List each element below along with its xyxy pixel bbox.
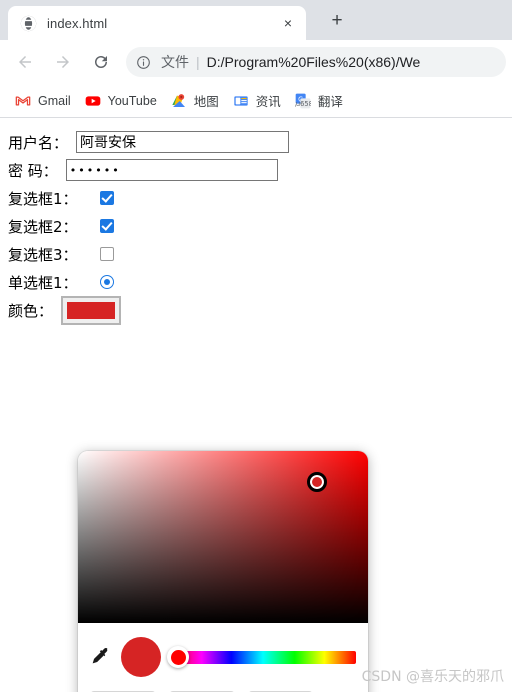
forward-button[interactable] [48,47,78,77]
reload-button[interactable] [86,47,116,77]
browser-window: index.html × + 文件 | D:/Program%20Files%2… [0,0,512,692]
password-label: 密 码： [8,161,58,180]
tab-title: index.html [47,15,108,31]
saturation-value-area[interactable] [78,451,368,623]
new-tab-button[interactable]: + [320,5,354,35]
hue-handle[interactable] [167,646,189,668]
google-translate-icon: G \u6587 [295,93,311,108]
arrow-left-icon [19,56,31,68]
page-content: 用户名： 阿哥安保 密 码： •••••• 复选框1： 复选框2： 复选框3： … [0,118,512,692]
color-label: 颜色： [8,301,54,320]
hue-slider[interactable] [167,637,356,677]
hue-handle-fill [170,649,186,665]
checkbox1-label: 复选框1： [8,189,78,208]
color-preview-dot [121,637,161,677]
watermark: CSDN @喜乐天的邪爪 [361,669,504,685]
checkbox3-label: 复选框3： [8,245,78,264]
username-label: 用户名： [8,133,69,152]
checkbox2-label: 复选框2： [8,217,78,236]
form-row-checkbox1: 复选框1： [8,184,512,212]
url-scheme-label: 文件 [161,54,189,70]
svg-text:\u6587: \u6587 [295,100,311,108]
tab-strip: index.html × + [0,0,512,40]
form-row-username: 用户名： 阿哥安保 [8,128,512,156]
form-row-color: 颜色： [8,295,512,325]
bookmark-label: 资讯 [255,95,281,109]
address-bar[interactable]: 文件 | D:/Program%20Files%20(x86)/We [126,47,506,77]
gmail-icon [15,95,31,106]
radio-1[interactable] [99,275,114,289]
color-picker-controls: 214 R 36 G 36 B ▲ ▼ [78,623,368,692]
form-row-radio1: 单选框1： [8,268,512,296]
url-separator: | [196,54,200,70]
bookmark-maps[interactable]: 地图 [164,88,226,114]
globe-icon [20,15,37,31]
color-picker-top-row [90,633,356,681]
url-text: D:/Program%20Files%20(x86)/We [206,54,421,70]
checkbox-1[interactable] [99,191,114,205]
bookmark-youtube[interactable]: YouTube [78,88,164,114]
bookmark-translate[interactable]: G \u6587 翻译 [288,88,350,114]
form-row-password: 密 码： •••••• [8,156,512,184]
close-icon[interactable]: × [278,13,298,33]
checkbox-3[interactable] [99,247,114,261]
radio1-label: 单选框1： [8,273,78,292]
color-swatch-button[interactable] [61,295,122,325]
sv-handle[interactable] [307,472,327,492]
google-news-icon [234,95,248,106]
checkbox-2[interactable] [99,219,114,233]
youtube-icon [85,95,100,106]
bookmark-label: 翻译 [317,95,343,109]
bookmark-label: Gmail [38,93,71,108]
bookmark-news[interactable]: 资讯 [226,88,288,114]
password-input[interactable]: •••••• [65,159,278,181]
google-maps-icon [172,93,185,107]
back-button[interactable] [10,47,40,77]
eyedropper-icon[interactable] [90,646,112,668]
navigation-toolbar: 文件 | D:/Program%20Files%20(x86)/We [0,40,512,84]
color-picker-popup[interactable]: 214 R 36 G 36 B ▲ ▼ [78,451,368,692]
tab-index-html[interactable]: index.html × [8,6,306,40]
color-swatch-fill [67,301,116,319]
info-circle-icon[interactable] [136,55,154,70]
form-row-checkbox2: 复选框2： [8,212,512,240]
bookmark-label: 地图 [193,95,219,109]
bookmarks-bar: Gmail YouTube 地图 资讯 u65 翻译 [0,84,512,118]
form-row-checkbox3: 复选框3： [8,240,512,268]
hue-track [170,650,356,664]
reload-icon [95,56,107,68]
username-input[interactable]: 阿哥安保 [76,131,290,153]
bookmark-gmail[interactable]: Gmail [8,88,78,114]
bookmark-label: YouTube [107,93,157,108]
demo-form: 用户名： 阿哥安保 密 码： •••••• 复选框1： 复选框2： 复选框3： … [0,118,512,325]
arrow-right-icon [57,56,69,68]
